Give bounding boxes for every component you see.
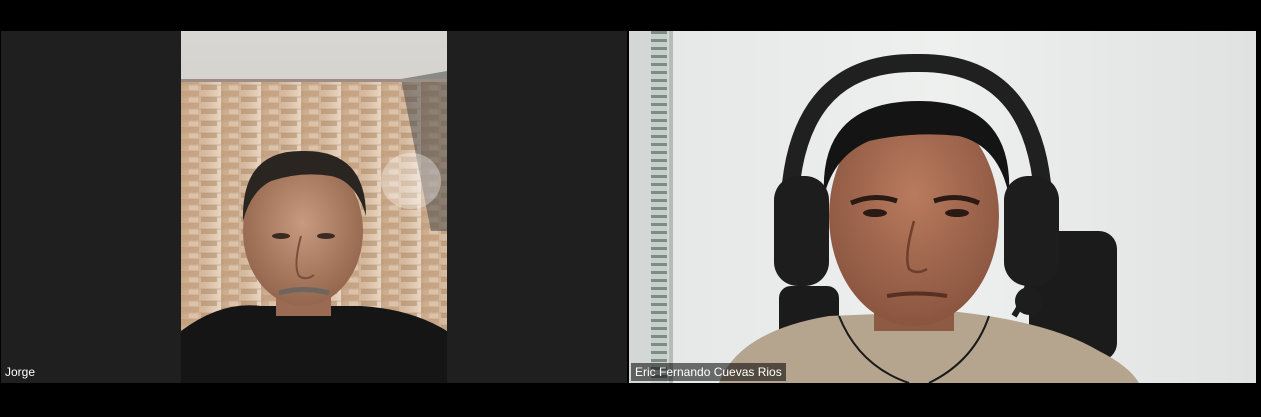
meeting-gallery-view: Jorge Eric Fernando Cuevas Rios	[0, 0, 1261, 417]
participant-name-label: Jorge	[5, 365, 36, 379]
participant-name-label: Eric Fernando Cuevas Rios	[631, 363, 786, 381]
participant-tile-jorge[interactable]: Jorge	[1, 31, 627, 383]
participant-tile-eric[interactable]: Eric Fernando Cuevas Rios	[629, 31, 1256, 383]
participant-video-jorge	[181, 31, 447, 383]
participant-video-eric	[629, 31, 1256, 383]
